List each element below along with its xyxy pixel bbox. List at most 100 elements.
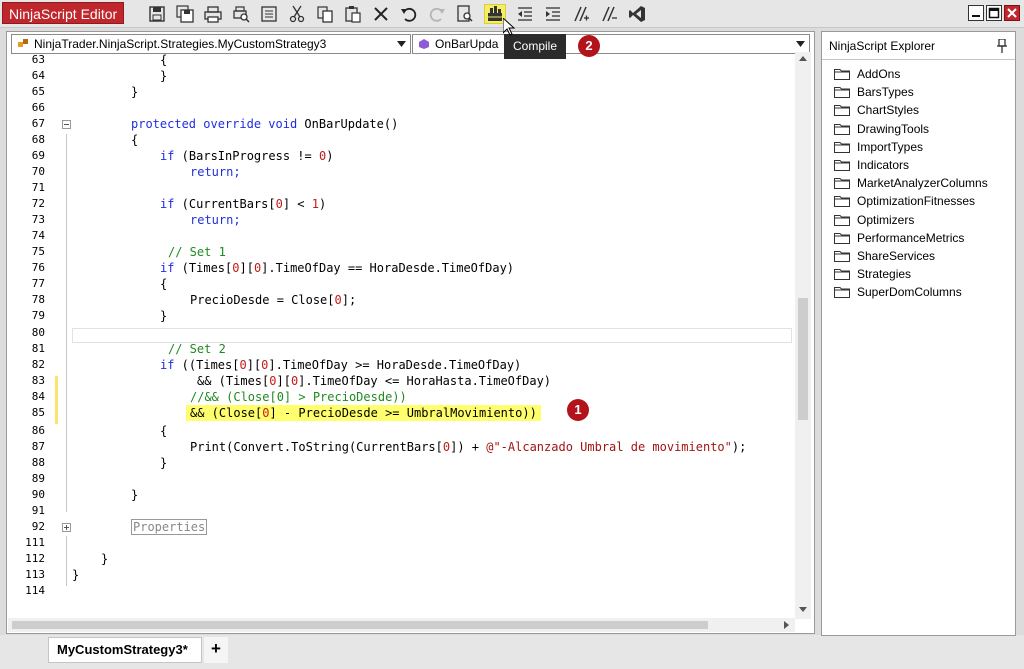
cut-icon[interactable] bbox=[286, 4, 308, 24]
explorer-folder-optimizationfitnesses[interactable]: OptimizationFitnesses bbox=[834, 192, 975, 210]
code-line: } bbox=[160, 309, 168, 323]
line-number: 66 bbox=[31, 101, 45, 114]
explorer-folder-superdomcolumns[interactable]: SuperDomColumns bbox=[834, 283, 962, 301]
save-all-icon[interactable] bbox=[174, 4, 196, 24]
line-number: 76 bbox=[31, 261, 45, 274]
copy-icon[interactable] bbox=[314, 4, 336, 24]
undo-icon[interactable] bbox=[398, 4, 420, 24]
code-line: return; bbox=[190, 213, 241, 227]
scroll-thumb[interactable] bbox=[12, 621, 708, 629]
folder-label: Optimizers bbox=[857, 212, 915, 227]
line-number: 74 bbox=[31, 229, 45, 242]
code-line: } bbox=[101, 552, 109, 566]
explorer-folder-importtypes[interactable]: ImportTypes bbox=[834, 138, 923, 156]
folder-label: DrawingTools bbox=[857, 121, 930, 136]
outdent-icon[interactable] bbox=[514, 4, 536, 24]
folder-icon bbox=[834, 251, 850, 262]
compile-tooltip: Compile bbox=[504, 34, 566, 59]
visual-studio-icon[interactable] bbox=[626, 4, 648, 24]
code-line: if (Times[0][0].TimeOfDay == HoraDesde.T… bbox=[160, 261, 515, 275]
pin-icon[interactable] bbox=[997, 39, 1007, 53]
explorer-folder-indicators[interactable]: Indicators bbox=[834, 156, 909, 174]
folder-icon bbox=[834, 160, 850, 171]
vertical-scrollbar[interactable] bbox=[795, 52, 811, 619]
scroll-up-icon[interactable] bbox=[799, 56, 807, 61]
callout-marker-1: 1 bbox=[567, 399, 589, 421]
explorer-folder-performancemetrics[interactable]: PerformanceMetrics bbox=[834, 229, 964, 247]
tab-mycustomstrategy3[interactable]: MyCustomStrategy3* bbox=[48, 637, 202, 663]
chevron-down-icon bbox=[397, 41, 406, 47]
paste-icon[interactable] bbox=[342, 4, 364, 24]
code-line: } bbox=[160, 456, 168, 470]
explorer-folder-barstypes[interactable]: BarsTypes bbox=[834, 83, 914, 101]
folder-icon bbox=[834, 196, 850, 208]
code-line: { bbox=[160, 53, 168, 67]
scroll-thumb[interactable] bbox=[798, 298, 808, 420]
line-number: 90 bbox=[31, 488, 45, 501]
maximize-button[interactable] bbox=[986, 5, 1002, 21]
properties-icon[interactable] bbox=[258, 4, 280, 24]
line-number: 87 bbox=[31, 440, 45, 453]
close-button[interactable] bbox=[1004, 5, 1020, 21]
folder-label: AddOns bbox=[857, 67, 901, 81]
callout-marker-2: 2 bbox=[578, 35, 600, 57]
scroll-down-icon[interactable] bbox=[799, 607, 807, 612]
line-number: 85 bbox=[31, 406, 45, 419]
member-selector-label: OnBarUpda bbox=[435, 37, 499, 51]
line-number: 86 bbox=[31, 424, 45, 437]
scroll-right-icon[interactable] bbox=[784, 621, 789, 629]
line-number-gutter: 63 64 65 66 67 68 69 70 71 72 73 74 75 76 77 78 79 80 81 82… bbox=[7, 53, 51, 618]
change-indicator bbox=[55, 376, 58, 424]
line-number: 68 bbox=[31, 133, 45, 146]
line-number: 82 bbox=[31, 358, 45, 371]
fold-guide bbox=[66, 536, 67, 586]
explorer-header: NinjaScript Explorer bbox=[822, 32, 1015, 60]
member-selector[interactable]: OnBarUpda bbox=[412, 34, 810, 54]
folder-icon bbox=[834, 214, 850, 226]
code-line[interactable]: Properties bbox=[131, 519, 208, 535]
folder-label: ChartStyles bbox=[857, 103, 920, 118]
explorer-folder-marketanalyzercolumns[interactable]: MarketAnalyzerColumns bbox=[834, 174, 988, 192]
code-line: Print(Convert.ToString(CurrentBars[0]) +… bbox=[190, 440, 747, 454]
expand-icon[interactable] bbox=[62, 523, 71, 532]
print-icon[interactable] bbox=[202, 4, 224, 24]
folder-label: PerformanceMetrics bbox=[857, 230, 965, 245]
explorer-folder-addons[interactable]: AddOns bbox=[834, 65, 900, 83]
explorer-folder-drawingtools[interactable]: DrawingTools bbox=[834, 120, 929, 138]
indent-icon[interactable] bbox=[542, 4, 564, 24]
save-icon[interactable] bbox=[146, 4, 168, 24]
code-line: if ((Times[0][0].TimeOfDay >= HoraDesde.… bbox=[160, 358, 522, 372]
chevron-down-icon bbox=[796, 41, 805, 47]
add-tab-button[interactable]: + bbox=[204, 637, 228, 663]
minimize-button[interactable] bbox=[968, 5, 984, 21]
folder-icon bbox=[834, 269, 850, 281]
line-number: 72 bbox=[31, 197, 45, 210]
horizontal-scrollbar[interactable] bbox=[8, 618, 795, 632]
folder-icon bbox=[834, 141, 850, 153]
explorer-folder-optimizers[interactable]: Optimizers bbox=[834, 211, 914, 229]
mouse-cursor-icon bbox=[503, 18, 515, 36]
line-number: 112 bbox=[25, 552, 45, 565]
comment-icon[interactable] bbox=[570, 4, 592, 24]
highlighted-code-line: && (Close[0] - PrecioDesde >= UmbralMovi… bbox=[186, 405, 541, 421]
type-selector[interactable]: NinjaTrader.NinjaScript.Strategies.MyCus… bbox=[11, 34, 411, 54]
method-icon bbox=[419, 39, 429, 49]
line-number: 71 bbox=[31, 181, 45, 194]
code-line: } bbox=[160, 69, 168, 83]
delete-icon[interactable] bbox=[370, 4, 392, 24]
explorer-folder-shareservices[interactable]: ShareServices bbox=[834, 247, 935, 265]
uncomment-icon[interactable] bbox=[598, 4, 620, 24]
code-line: { bbox=[160, 277, 168, 291]
collapse-icon[interactable] bbox=[62, 120, 71, 129]
explorer-folder-strategies[interactable]: Strategies bbox=[834, 265, 911, 283]
print-preview-icon[interactable] bbox=[230, 4, 252, 24]
line-number: 69 bbox=[31, 149, 45, 162]
explorer-title: NinjaScript Explorer bbox=[829, 39, 936, 53]
folder-label: MarketAnalyzerColumns bbox=[857, 176, 988, 191]
line-number: 89 bbox=[31, 472, 45, 485]
code-line: { bbox=[160, 424, 168, 438]
find-icon[interactable] bbox=[454, 4, 476, 24]
explorer-folder-chartstyles[interactable]: ChartStyles bbox=[834, 101, 919, 119]
line-number: 77 bbox=[31, 277, 45, 290]
folder-icon bbox=[834, 87, 850, 99]
